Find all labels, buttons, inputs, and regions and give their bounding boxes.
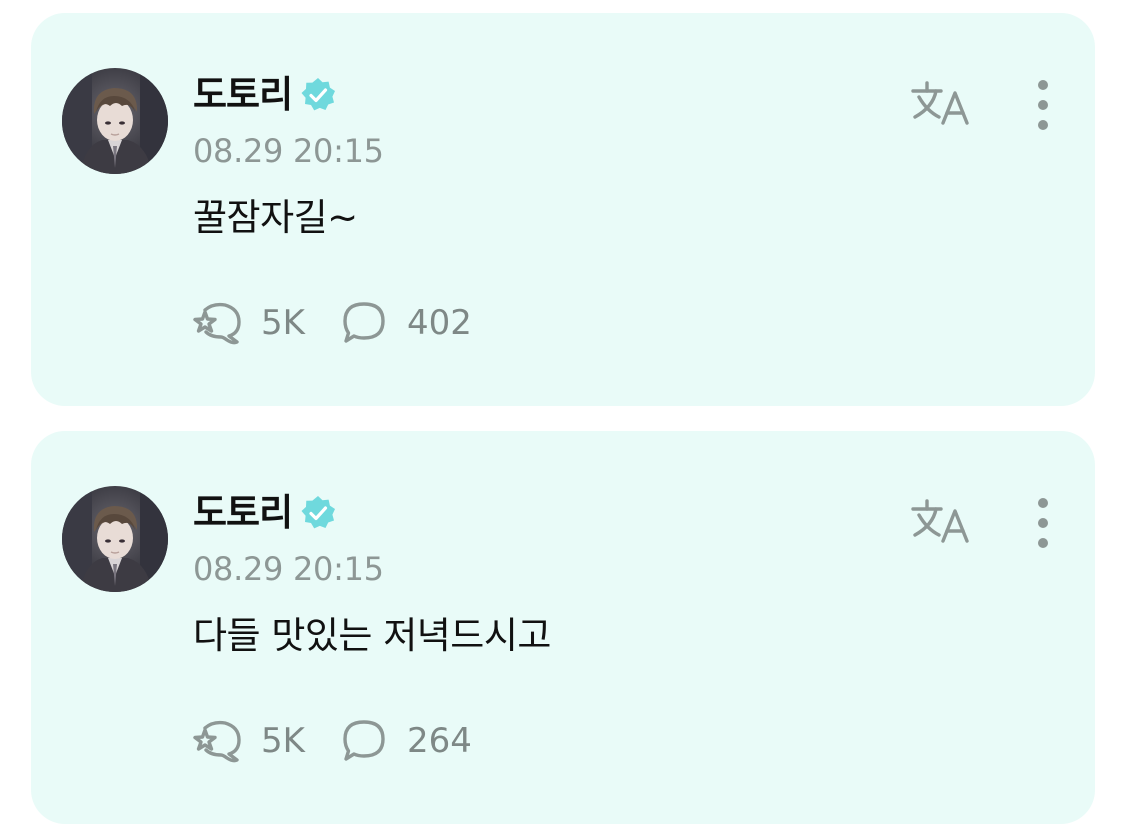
comment-count: 402: [406, 303, 472, 343]
post-content: 꿀잠자길~: [193, 196, 358, 239]
post-actions: 5K 402: [191, 300, 472, 346]
reaction-count: 5K: [261, 721, 305, 761]
post-timestamp: 08.29 20:15: [193, 550, 384, 588]
reaction-icon: [193, 720, 241, 763]
author-name: 도토리: [193, 73, 293, 116]
post-feed: 도토리 08.29 20:15 꿀잠자길~ 5K 402 도토리 08.29 2…: [0, 0, 1125, 837]
reaction-button[interactable]: 5K: [191, 718, 305, 764]
comment-icon: [343, 720, 385, 761]
comment-count: 264: [406, 721, 472, 761]
avatar[interactable]: [62, 486, 168, 592]
more-vertical-icon: [1038, 80, 1048, 130]
comment-button[interactable]: 402: [341, 300, 472, 346]
reaction-button[interactable]: 5K: [191, 300, 305, 346]
post-card[interactable]: 도토리 08.29 20:15 꿀잠자길~ 5K 402: [31, 13, 1095, 406]
post-timestamp: 08.29 20:15: [193, 132, 384, 170]
translate-icon: [911, 499, 969, 543]
translate-button[interactable]: [909, 495, 973, 547]
more-vertical-icon: [1038, 498, 1048, 548]
post-card[interactable]: 도토리 08.29 20:15 다들 맛있는 저녁드시고 5K 264: [31, 431, 1095, 824]
translate-icon: [911, 81, 969, 125]
avatar[interactable]: [62, 68, 168, 174]
more-options-button[interactable]: [1023, 75, 1063, 135]
author-row[interactable]: 도토리: [193, 491, 336, 535]
post-content: 다들 맛있는 저녁드시고: [193, 614, 551, 657]
comment-icon: [343, 302, 385, 343]
post-actions: 5K 264: [191, 718, 472, 764]
verified-badge-icon: [300, 495, 336, 531]
comment-button[interactable]: 264: [341, 718, 472, 764]
reaction-count: 5K: [261, 303, 305, 343]
reaction-icon: [193, 302, 241, 345]
author-row[interactable]: 도토리: [193, 73, 336, 117]
verified-badge-icon: [300, 77, 336, 113]
author-name: 도토리: [193, 491, 293, 534]
translate-button[interactable]: [909, 77, 973, 129]
more-options-button[interactable]: [1023, 493, 1063, 553]
